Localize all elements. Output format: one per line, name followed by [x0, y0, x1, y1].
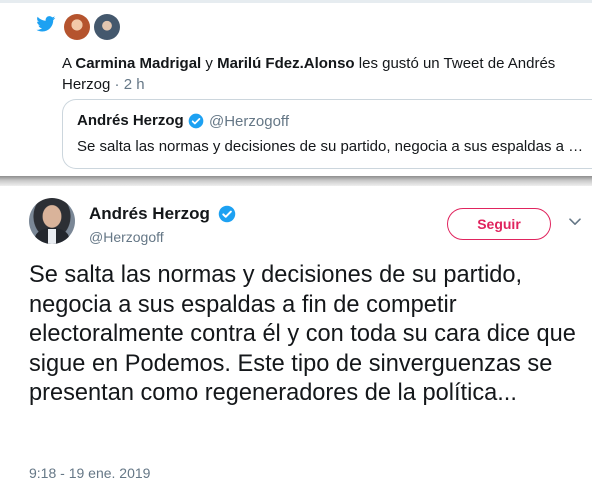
notification-conj: y — [205, 55, 213, 72]
verified-badge-icon — [188, 113, 204, 129]
screenshot-separator — [0, 176, 592, 186]
notification-text: A Carmina Madrigal y Marilú Fdez.Alonso … — [62, 53, 582, 95]
tweet: Andrés Herzog @Herzogoff Seguir Se salta… — [0, 186, 592, 493]
chevron-down-icon[interactable] — [569, 218, 581, 226]
avatar[interactable] — [64, 14, 90, 40]
verified-badge-icon — [218, 205, 236, 223]
avatar[interactable] — [94, 14, 120, 40]
twitter-bird-icon — [36, 16, 56, 32]
divider — [0, 0, 592, 3]
author-handle[interactable]: @Herzogoff — [209, 113, 289, 130]
notification-time: · 2 h — [114, 76, 145, 93]
quoted-tweet-text: Se salta las normas y decisiones de su p… — [77, 138, 584, 155]
liker-name[interactable]: Marilú Fdez.Alonso — [217, 55, 355, 72]
like-notification[interactable]: A Carmina Madrigal y Marilú Fdez.Alonso … — [0, 0, 592, 176]
avatar-shirt — [48, 229, 56, 244]
follow-button[interactable]: Seguir — [447, 208, 551, 240]
liker-name[interactable]: Carmina Madrigal — [75, 55, 201, 72]
quoted-tweet-card[interactable]: Andrés Herzog @Herzogoff Se salta las no… — [62, 99, 592, 169]
author-handle[interactable]: @Herzogoff — [89, 229, 164, 245]
author-name[interactable]: Andrés Herzog — [77, 112, 184, 129]
avatar[interactable] — [29, 198, 75, 244]
author-name[interactable]: Andrés Herzog — [89, 204, 210, 224]
tweet-timestamp[interactable]: 9:18 - 19 ene. 2019 — [29, 465, 150, 481]
tweet-text: Se salta las normas y decisiones de su p… — [29, 262, 576, 406]
notification-prefix: A — [62, 55, 72, 72]
